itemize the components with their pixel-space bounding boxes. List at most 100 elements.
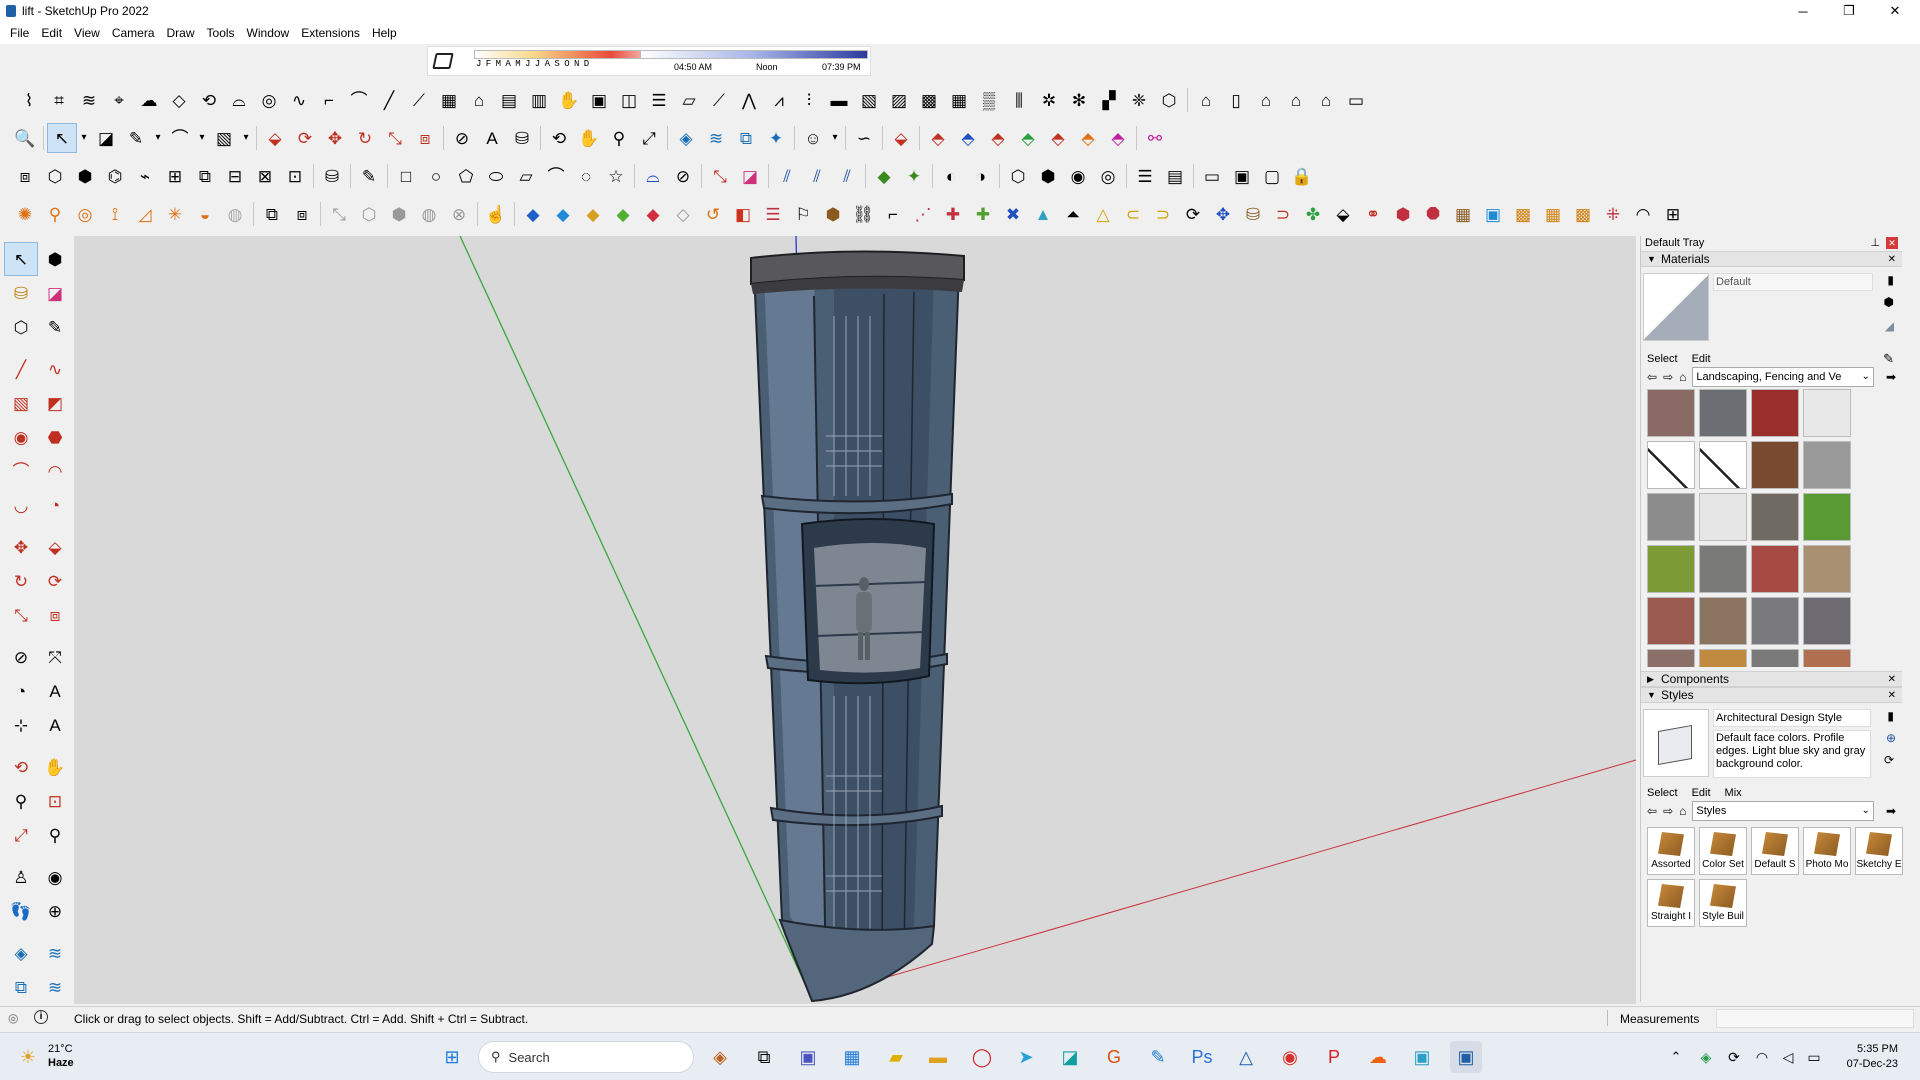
orange-checker-icon[interactable]: ▩ (1568, 199, 1598, 229)
tree-tool-icon[interactable]: ❈ (1124, 85, 1154, 115)
wall-tool-icon[interactable]: ▦ (434, 85, 464, 115)
battery-icon[interactable]: ▭ (1798, 1041, 1830, 1073)
sticky-notes-icon[interactable]: ▰ (880, 1041, 912, 1073)
outliner-icon[interactable]: ⧈ (287, 199, 317, 229)
shadow-time-slider[interactable] (640, 50, 868, 59)
house-left-icon[interactable]: ▯ (1221, 85, 1251, 115)
push-pull-left-icon[interactable]: ⬙ (38, 530, 72, 564)
material-swatch[interactable] (1699, 649, 1747, 667)
walk-left-icon[interactable]: 👣 (4, 894, 38, 928)
ellipse-outline-icon[interactable]: ⬭ (481, 161, 511, 191)
rectangle-tool-icon[interactable]: ▧ (209, 123, 239, 153)
style-folder-item[interactable]: Style Buil (1699, 879, 1747, 927)
details-arrow-icon[interactable]: ➡ (1886, 370, 1896, 384)
rotate-cone-icon[interactable]: ⏶ (1058, 199, 1088, 229)
beam-tool-icon[interactable]: ⟋ (704, 85, 734, 115)
joist-tool-icon[interactable]: ⫶ (794, 85, 824, 115)
material-swatch[interactable] (1803, 493, 1851, 541)
style-description-field[interactable]: Default face colors. Profile edges. Ligh… (1713, 730, 1871, 778)
yellow-triangle-icon[interactable]: △ (1088, 199, 1118, 229)
add-detail-icon[interactable]: ◇ (164, 85, 194, 115)
style-folder-item[interactable]: Default S (1751, 827, 1799, 875)
octagon-icon[interactable]: ⯃ (1418, 199, 1448, 229)
sample-paint-icon[interactable]: ✎ (1883, 351, 1894, 367)
menu-extensions[interactable]: Extensions (295, 26, 366, 40)
orbit-left-icon[interactable]: ⟲ (4, 750, 38, 784)
material-swatch[interactable] (1751, 649, 1799, 667)
material-swatch[interactable] (1751, 389, 1799, 437)
search-icon[interactable]: 🔍 (10, 123, 40, 153)
styles-panel-header[interactable]: ▼ Styles ✕ (1641, 687, 1902, 703)
previous-view-left-icon[interactable]: ⚲ (38, 818, 72, 852)
grid-tool-icon[interactable]: ▦ (944, 85, 974, 115)
pencil-icon[interactable]: ✎ (354, 161, 384, 191)
windows-start-icon[interactable]: ⊞ (436, 1041, 468, 1073)
materials-close-icon[interactable]: ✕ (1888, 252, 1896, 267)
task-view-icon[interactable]: ⧉ (748, 1041, 780, 1073)
back-edges-icon[interactable]: ◑ (966, 161, 996, 191)
styles-close-icon[interactable]: ✕ (1888, 688, 1896, 703)
home-icon[interactable]: ⌂ (1679, 804, 1686, 818)
red-nodes-icon[interactable]: ⁜ (1598, 199, 1628, 229)
extension-left-icon[interactable]: ≋ (38, 936, 72, 970)
orange-pattern-icon[interactable]: ▦ (1538, 199, 1568, 229)
cycle-icon[interactable]: ⟳ (1178, 199, 1208, 229)
display-secondary-style-icon[interactable]: ▮ (1887, 709, 1894, 723)
material-swatch[interactable] (1647, 649, 1695, 667)
bezier-tool-icon[interactable]: ∿ (284, 85, 314, 115)
cone-light-icon[interactable]: ◿ (130, 199, 160, 229)
chrome-icon[interactable]: ◉ (1274, 1041, 1306, 1073)
roof-tool-icon[interactable]: ⌂ (464, 85, 494, 115)
material-name-field[interactable]: Default (1713, 273, 1873, 291)
line-dropdown-icon[interactable]: ▾ (151, 123, 165, 153)
display-secondary-icon[interactable]: ▮ (1887, 273, 1894, 287)
materials-collection-dropdown[interactable]: Landscaping, Fencing and Ve ⌄ (1692, 367, 1874, 387)
red-grid-icon[interactable]: ☰ (758, 199, 788, 229)
material-swatch[interactable] (1699, 597, 1747, 645)
materials-tab-edit[interactable]: Edit (1692, 353, 1711, 365)
red-plane-icon[interactable]: ◆ (638, 199, 668, 229)
material-swatch[interactable] (1699, 493, 1747, 541)
foundation-tool-icon[interactable]: ▬ (824, 85, 854, 115)
material-swatch[interactable] (1751, 493, 1799, 541)
axes-left-icon[interactable]: ⊹ (4, 708, 38, 742)
select-tool-icon[interactable]: ↖ (47, 123, 77, 153)
fillet-tool-icon[interactable]: ⌒ (344, 85, 374, 115)
default-material-icon[interactable]: ◢ (1885, 319, 1894, 333)
style-folder-item[interactable]: Sketchy E (1855, 827, 1903, 875)
measurements-input[interactable] (1716, 1009, 1914, 1028)
gray-plane-icon[interactable]: ◇ (668, 199, 698, 229)
measure-red-icon[interactable]: ⤡ (705, 161, 735, 191)
railing-tool-icon[interactable]: ☰ (644, 85, 674, 115)
grab-tool-icon[interactable]: ✋ (554, 85, 584, 115)
sandbox-from-contours-icon[interactable]: ⌇ (14, 85, 44, 115)
paint-bucket-icon[interactable]: ⛁ (507, 123, 537, 153)
cyan-cone-icon[interactable]: ▲ (1028, 199, 1058, 229)
section-plane-icon[interactable]: ⧈ (10, 161, 40, 191)
manager-left-icon[interactable]: ≋ (38, 970, 72, 1004)
style-folder-item[interactable]: Assorted (1647, 827, 1695, 875)
rectangle-left-icon[interactable]: ▧ (4, 386, 38, 420)
material-swatch[interactable] (1751, 441, 1799, 489)
group-icon[interactable]: ⬢ (70, 161, 100, 191)
update-style-icon[interactable]: ⟳ (1884, 753, 1894, 767)
vector-push-pull-icon[interactable]: ⬘ (953, 123, 983, 153)
arc-tool-icon[interactable]: ⌒ (165, 123, 195, 153)
tag-eyedropper-left-icon[interactable]: ✎ (38, 310, 72, 344)
menu-edit[interactable]: Edit (35, 26, 68, 40)
flip-edge-icon[interactable]: ⟲ (194, 85, 224, 115)
profile-dropdown-icon[interactable]: ▾ (828, 123, 842, 153)
disabled-light-icon[interactable]: ◍ (220, 199, 250, 229)
circle-left-icon[interactable]: ◉ (4, 420, 38, 454)
angle-dimension-icon[interactable]: ⫽ (802, 161, 832, 191)
xray-icon[interactable]: ◐ (936, 161, 966, 191)
blue-x-icon[interactable]: ✖ (998, 199, 1028, 229)
app-icon[interactable]: ◪ (1054, 1041, 1086, 1073)
scene-add-icon[interactable]: ▣ (1227, 161, 1257, 191)
stair-tool-icon[interactable]: ▤ (494, 85, 524, 115)
dot-curve-icon[interactable]: ⋰ (908, 199, 938, 229)
line-left-icon[interactable]: ╱ (4, 352, 38, 386)
unhide-icon[interactable]: ⌁ (130, 161, 160, 191)
stamp-icon[interactable]: ⌖ (104, 85, 134, 115)
tape-measure-icon[interactable]: ⊘ (447, 123, 477, 153)
